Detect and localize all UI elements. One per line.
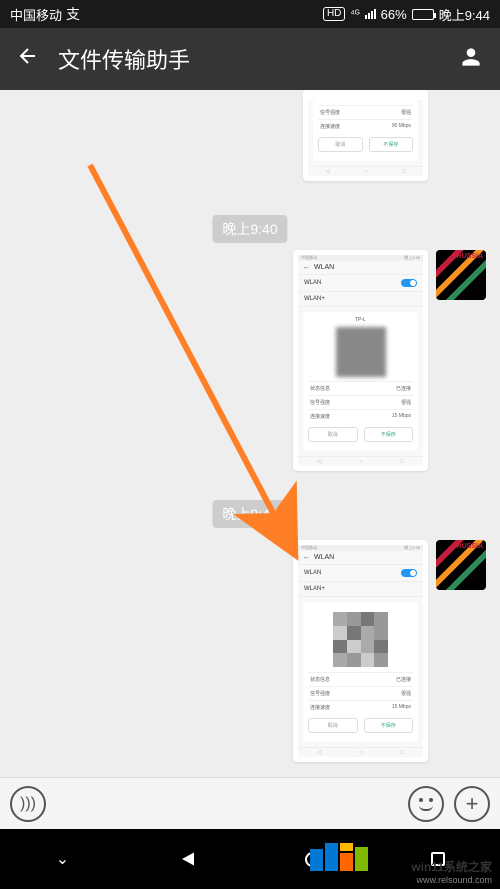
voice-button[interactable]: )))	[10, 786, 46, 822]
battery-icon	[412, 9, 434, 20]
chat-area[interactable]: 信号强度很强 连接速度90 Mbps 取消不保存 ◁○□ 晚上9:40 RUSS…	[0, 90, 500, 777]
message-image-2[interactable]: 中国移动晚上9:39 ←WLAN WLAN WLAN+ TP-L 状态信息已连接…	[293, 250, 428, 471]
plus-button[interactable]: +	[454, 786, 490, 822]
input-bar: ))) +	[0, 777, 500, 829]
message-image-3[interactable]: 中国移动晚上9:39 ←WLAN WLAN WLAN+ 状态信息已连接 信号强度…	[293, 540, 428, 762]
status-bar: 中国移动 支 HD ⁴ᴳ 66% 晚上9:44	[0, 0, 500, 28]
timestamp-2: 晚上9:44	[212, 500, 287, 528]
page-title: 文件传输助手	[58, 43, 190, 75]
back-button[interactable]	[16, 44, 40, 74]
nav-hide[interactable]: ⌄	[33, 849, 93, 869]
app-header: 文件传输助手	[0, 28, 500, 90]
4g-icon: ⁴ᴳ	[350, 9, 359, 20]
hd-badge: HD	[323, 7, 345, 21]
watermark-logo	[310, 843, 370, 871]
message-image-1[interactable]: 信号强度很强 连接速度90 Mbps 取消不保存 ◁○□	[303, 90, 428, 181]
avatar-2[interactable]: RUSSIA	[436, 540, 486, 590]
watermark-text: win11系统之家 www.relsound.com	[411, 858, 492, 885]
carrier-label: 中国移动	[10, 5, 62, 24]
battery-percent: 66%	[381, 7, 407, 22]
alipay-icon: 支	[66, 4, 80, 24]
emoji-button[interactable]	[408, 786, 444, 822]
person-icon[interactable]	[458, 44, 484, 75]
avatar-1[interactable]: RUSSIA	[436, 250, 486, 300]
timestamp-1: 晚上9:40	[212, 215, 287, 243]
signal-icon	[365, 9, 376, 19]
nav-back[interactable]	[158, 854, 218, 864]
status-time: 晚上9:44	[439, 5, 490, 24]
